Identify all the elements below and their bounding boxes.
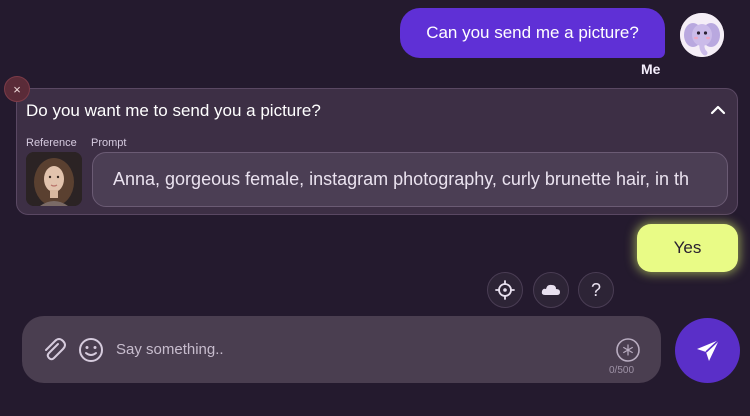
prompt-label: Prompt: [91, 137, 127, 149]
prompt-input[interactable]: Anna, gorgeous female, instagram photogr…: [92, 152, 728, 207]
paperclip-icon[interactable]: [40, 336, 68, 364]
crosshair-icon[interactable]: [487, 272, 523, 308]
cloud-icon[interactable]: [533, 272, 569, 308]
chevron-up-icon[interactable]: [709, 103, 727, 117]
elephant-avatar-icon: [680, 13, 724, 57]
reference-label: Reference: [26, 137, 77, 149]
char-counter: 0/500: [609, 365, 635, 376]
user-message-text: Can you send me a picture?: [426, 23, 639, 42]
send-icon: [696, 338, 720, 361]
close-icon[interactable]: ×: [4, 76, 30, 102]
sparkle-icon[interactable]: [614, 336, 642, 364]
reply-text: Yes: [673, 238, 702, 257]
card-title: Do you want me to send you a picture?: [26, 101, 321, 120]
avatar[interactable]: [680, 13, 724, 57]
message-input[interactable]: Say something..: [116, 341, 224, 358]
send-button[interactable]: [675, 318, 740, 383]
user-message-bubble: Can you send me a picture?: [400, 8, 665, 58]
help-icon[interactable]: ?: [578, 272, 614, 308]
reference-image[interactable]: [26, 152, 82, 206]
reply-bubble[interactable]: Yes: [637, 224, 738, 272]
sender-label: Me: [641, 61, 661, 77]
prompt-text: Anna, gorgeous female, instagram photogr…: [113, 169, 690, 189]
emoji-icon[interactable]: [77, 336, 105, 364]
